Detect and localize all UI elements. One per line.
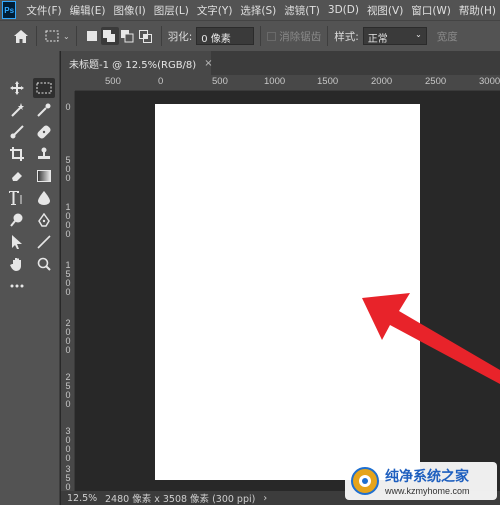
menu-help[interactable]: 帮助(H) [455,3,500,18]
divider [260,26,262,46]
document-canvas[interactable] [155,104,420,480]
brush-icon[interactable] [6,122,28,142]
antialias-label: 消除锯齿 [279,30,322,43]
watermark-title: 纯净系统之家 [385,469,469,485]
chevron-right-icon[interactable]: › [263,493,267,504]
ruler-label: 3000 [65,426,71,463]
watermark: 纯净系统之家 www.kzmyhome.com [345,462,497,500]
ruler-label: 1500 [317,76,339,87]
more-tools-icon[interactable] [6,276,28,296]
line-icon[interactable] [33,232,55,252]
style-label: 样式: [334,30,359,43]
menu-view[interactable]: 视图(V) [363,3,407,18]
healing-brush-icon[interactable] [33,122,55,142]
marquee-tool-icon[interactable] [33,78,55,98]
pen-icon[interactable] [33,210,55,230]
new-selection-icon[interactable] [83,27,101,45]
menu-file[interactable]: 文件(F) [22,3,65,18]
blur-drop-icon[interactable] [33,188,55,208]
style-select-value: 正常 [367,34,388,45]
feather-input[interactable]: 0 像素 [196,27,255,45]
move-tool-icon[interactable] [6,78,28,98]
chevron-down-icon[interactable]: ⌄ [63,32,70,41]
document-tab-title: 未标题-1 @ 12.5%(RGB/8) [69,59,197,71]
horizontal-ruler[interactable]: 500 0 500 1000 1500 2000 2500 3000 [75,75,500,91]
options-bar: ⌄ 羽化: 0 像素 消除锯齿 样式: 正常 ⌄ 宽度 [0,20,500,51]
ruler-label: 2500 [425,76,447,87]
ruler-label: 2500 [65,372,71,409]
document-tab[interactable]: 未标题-1 @ 12.5%(RGB/8) × [61,51,213,75]
add-selection-icon[interactable] [100,27,119,45]
menu-select[interactable]: 选择(S) [236,3,280,18]
ruler-label: 0 [65,102,71,112]
magic-wand-icon[interactable] [6,100,28,120]
ruler-label: 500 [212,76,228,87]
hand-icon[interactable] [6,254,28,274]
subtract-selection-icon[interactable] [119,27,137,45]
divider [327,26,329,46]
menu-filter[interactable]: 滤镜(T) [280,3,324,18]
ruler-label: 500 [65,155,71,183]
tools-panel [0,51,60,505]
menu-type[interactable]: 文字(Y) [193,3,237,18]
width-label: 宽度 [436,30,458,43]
menu-image[interactable]: 图像(I) [109,3,149,18]
watermark-logo-icon [351,467,379,495]
chevron-down-icon: ⌄ [415,30,422,39]
menu-bar: Ps 文件(F) 编辑(E) 图像(I) 图层(L) 文字(Y) 选择(S) 滤… [0,0,500,20]
menu-3d[interactable]: 3D(D) [324,4,363,16]
menu-layer[interactable]: 图层(L) [150,3,193,18]
divider [36,26,37,46]
ruler-label: 1000 [264,76,286,87]
zoom-field[interactable]: 12.5% [61,493,99,504]
style-select[interactable]: 正常 ⌄ [362,27,427,45]
eraser-icon[interactable] [6,166,28,186]
menu-window[interactable]: 窗口(W) [407,3,455,18]
stamp-icon[interactable] [33,144,55,164]
ruler-label: 2000 [65,318,71,355]
zoom-icon[interactable] [33,254,55,274]
divider [75,26,77,46]
ruler-label: 1000 [65,202,71,239]
marquee-preset-icon[interactable] [43,27,61,45]
photoshop-logo-icon[interactable]: Ps [2,1,17,19]
antialias-checkbox[interactable] [267,31,277,41]
document-info: 2480 像素 x 3508 像素 (300 ppi) [105,494,256,505]
menu-edit[interactable]: 编辑(E) [66,3,110,18]
ruler-label: 0 [158,76,164,87]
type-tool-icon[interactable] [6,188,28,208]
ruler-label: 1500 [65,260,71,297]
dodge-icon[interactable] [6,210,28,230]
ruler-label: 2000 [371,76,393,87]
divider [160,26,162,46]
ruler-label: 3000 [479,76,500,87]
eyedropper-icon[interactable] [33,100,55,120]
close-icon[interactable]: × [204,58,212,69]
vertical-ruler[interactable]: 0 500 1000 1500 2000 2500 3000 3500 [61,91,75,501]
ruler-label: 500 [105,76,121,87]
intersect-selection-icon[interactable] [137,27,155,45]
document-tab-bar: 未标题-1 @ 12.5%(RGB/8) × [61,51,500,75]
feather-label: 羽化: [167,30,193,43]
crop-icon[interactable] [6,144,28,164]
path-select-icon[interactable] [6,232,28,252]
gradient-icon[interactable] [33,166,55,186]
ruler-corner [61,75,75,91]
home-icon[interactable] [12,27,30,45]
watermark-url: www.kzmyhome.com [385,486,470,496]
